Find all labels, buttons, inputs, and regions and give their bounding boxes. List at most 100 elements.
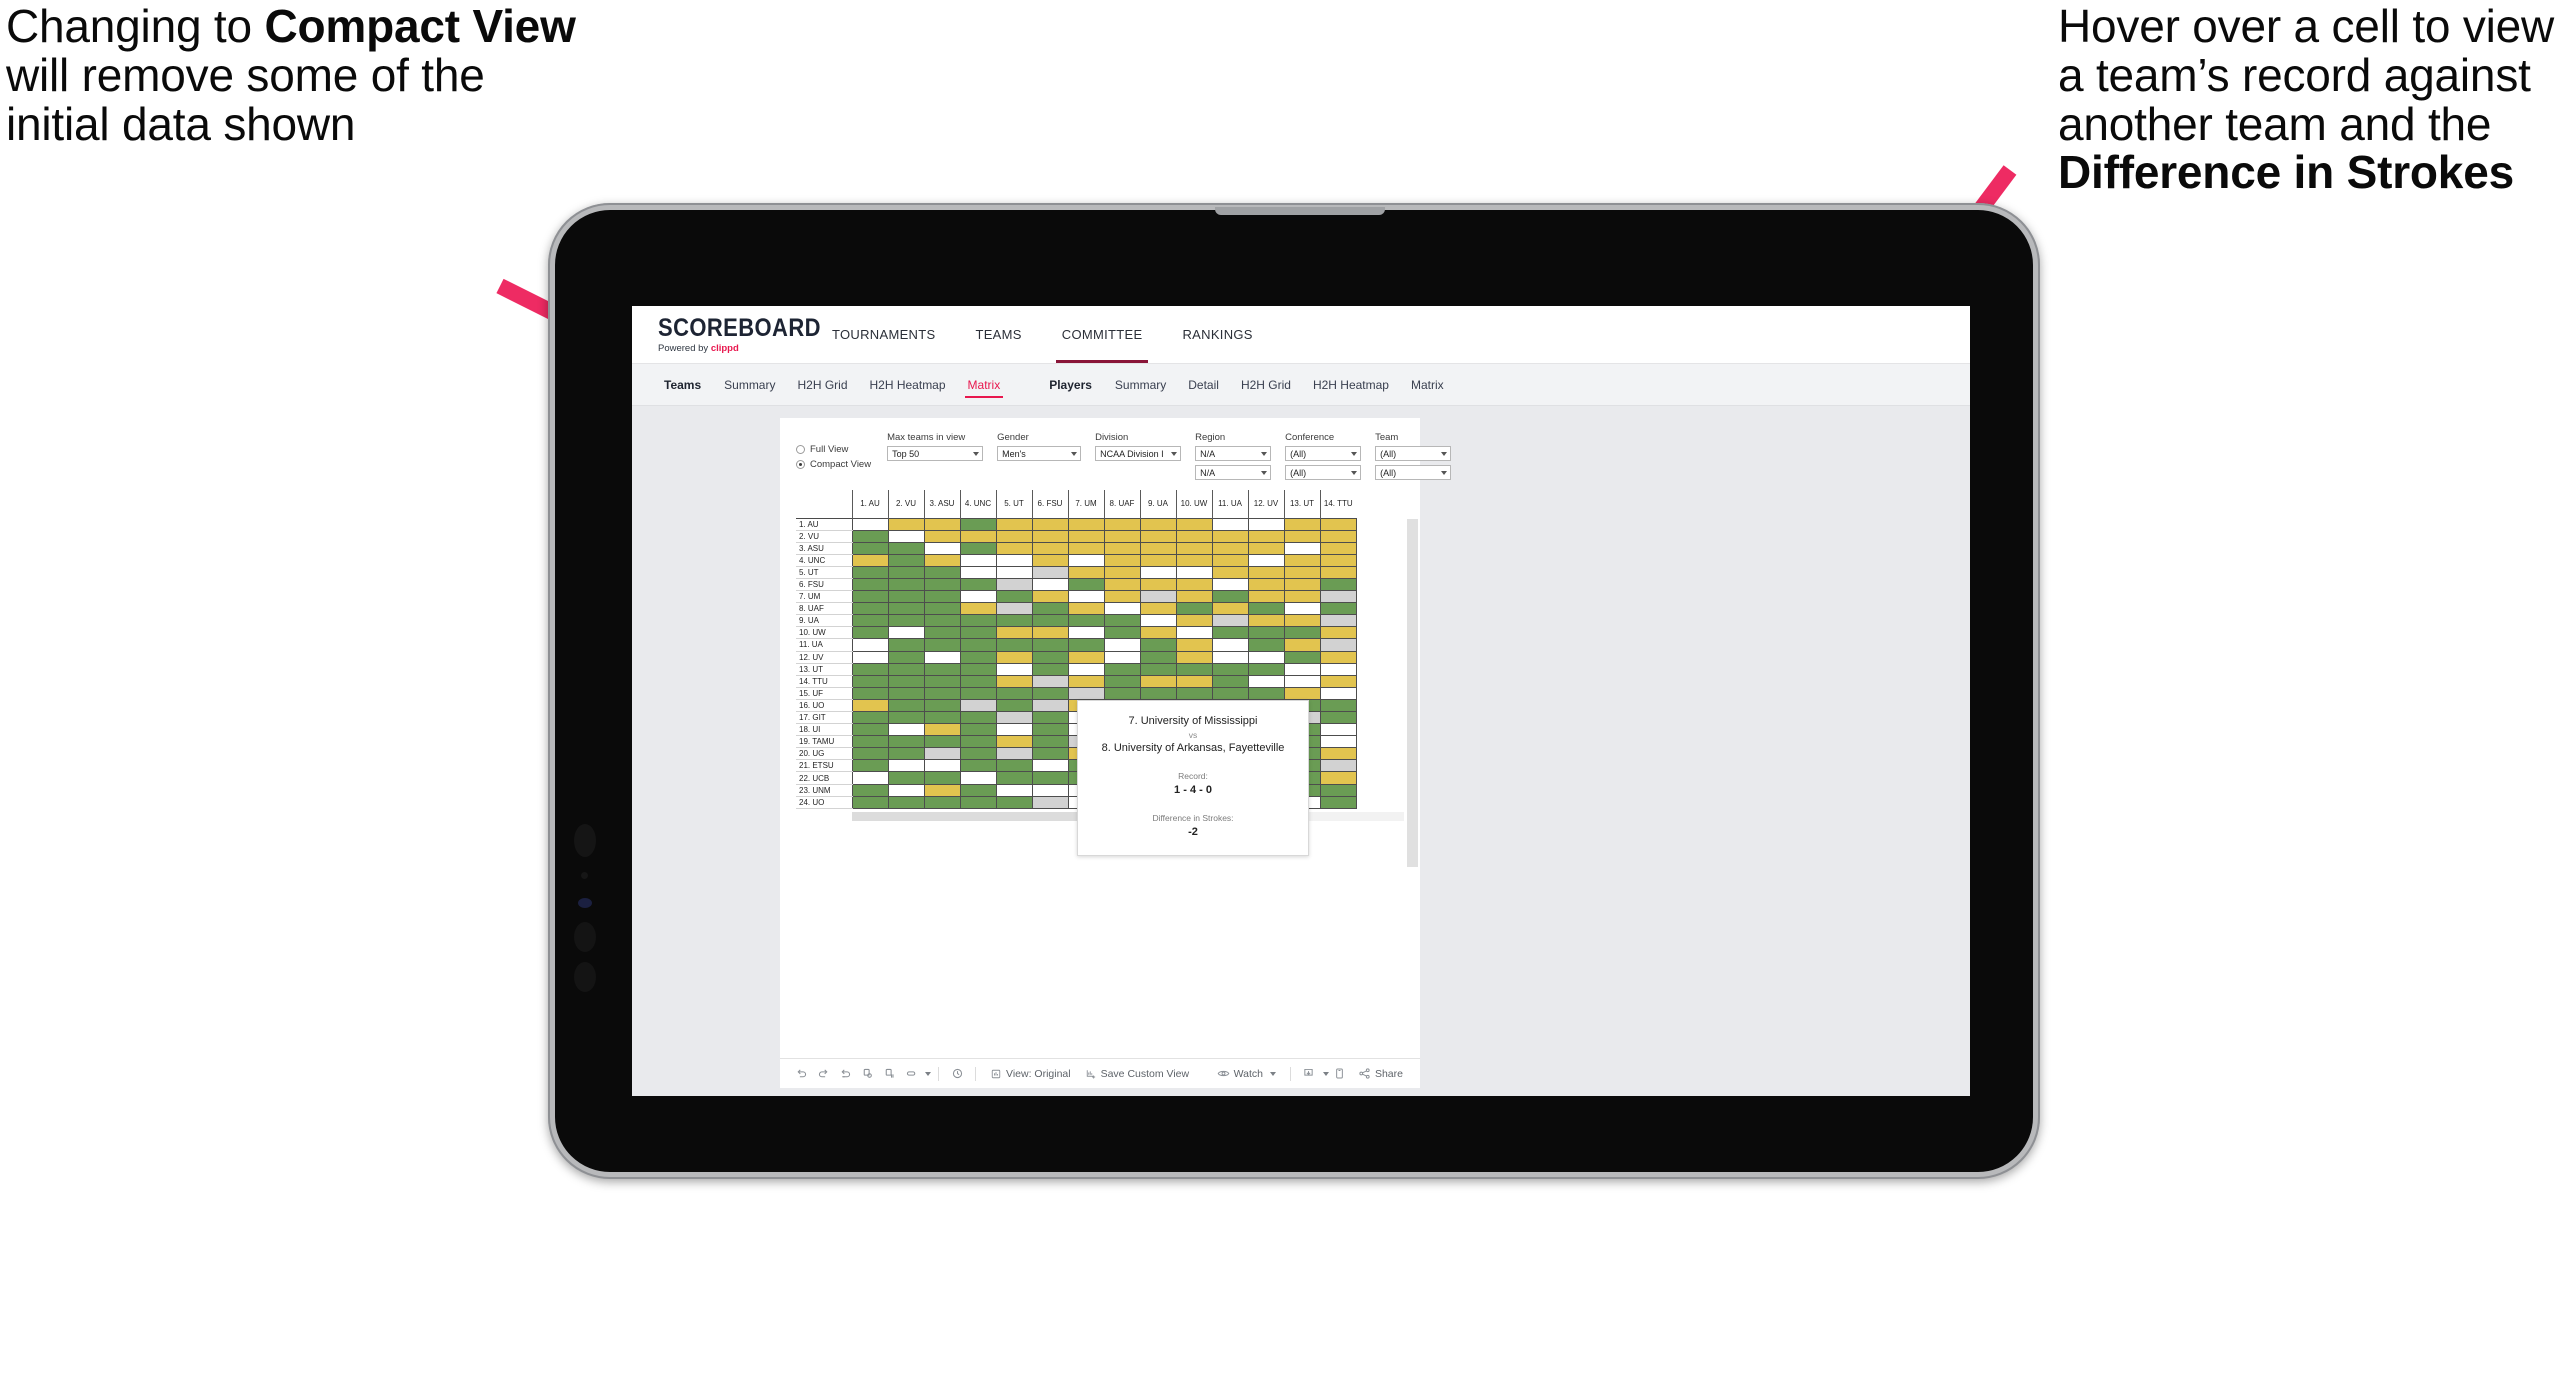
matrix-cell[interactable]	[1283, 590, 1321, 604]
matrix-cell[interactable]	[995, 577, 1033, 592]
matrix-cell[interactable]	[995, 614, 1033, 628]
pause-playback-icon[interactable]	[946, 1063, 968, 1085]
matrix-cell[interactable]	[923, 686, 961, 700]
nav-committee[interactable]: COMMITTEE	[1042, 306, 1163, 363]
matrix-cell[interactable]	[1103, 650, 1141, 664]
device-layout-icon[interactable]	[1329, 1063, 1351, 1085]
matrix-cell[interactable]	[1283, 602, 1321, 616]
matrix-cell[interactable]	[1211, 529, 1249, 543]
matrix-cell[interactable]	[959, 614, 997, 628]
matrix-cell[interactable]	[1283, 553, 1321, 567]
matrix-cell[interactable]	[851, 674, 889, 688]
matrix-cell[interactable]	[1031, 565, 1069, 579]
matrix-cell[interactable]	[1319, 747, 1357, 761]
radio-full-view-icon[interactable]	[796, 445, 805, 454]
matrix-cell[interactable]	[1319, 674, 1357, 688]
matrix-cell[interactable]	[1139, 674, 1177, 688]
matrix-cell[interactable]	[1139, 686, 1177, 700]
matrix-cell[interactable]	[1139, 662, 1177, 676]
matrix-cell[interactable]	[923, 553, 961, 567]
subnav-teams-h2h-heatmap[interactable]: H2H Heatmap	[859, 364, 957, 405]
matrix-cell[interactable]	[1247, 626, 1285, 640]
matrix-cell[interactable]	[851, 795, 889, 809]
matrix-cell[interactable]	[1103, 517, 1141, 531]
pause-icon[interactable]	[878, 1063, 900, 1085]
matrix-cell[interactable]	[887, 650, 925, 664]
matrix-cell[interactable]	[887, 723, 925, 737]
matrix-cell[interactable]	[1247, 614, 1285, 628]
filter-conference-select-2[interactable]: (All)	[1285, 465, 1362, 480]
matrix-cell[interactable]	[1139, 602, 1177, 616]
filter-team-select-1[interactable]: (All)	[1375, 446, 1452, 461]
matrix-cell[interactable]	[995, 626, 1033, 640]
share-button[interactable]: Share	[1351, 1067, 1410, 1080]
matrix-cell[interactable]	[887, 529, 925, 543]
matrix-cell[interactable]	[1319, 650, 1357, 664]
matrix-cell[interactable]	[887, 747, 925, 761]
matrix-cell[interactable]	[995, 541, 1033, 555]
matrix-cell[interactable]	[923, 577, 961, 592]
matrix-cell[interactable]	[923, 626, 961, 640]
matrix-cell[interactable]	[887, 590, 925, 604]
matrix-cell[interactable]	[1175, 662, 1213, 676]
matrix-cell[interactable]	[1067, 602, 1105, 616]
matrix-cell[interactable]	[923, 614, 961, 628]
matrix-cell[interactable]	[1283, 565, 1321, 579]
watch-button[interactable]: Watch	[1210, 1067, 1283, 1080]
matrix-cell[interactable]	[995, 795, 1033, 809]
matrix-cell[interactable]	[1319, 783, 1357, 797]
matrix-cell[interactable]	[1067, 614, 1105, 628]
matrix-cell[interactable]	[995, 602, 1033, 616]
matrix-cell[interactable]	[959, 674, 997, 688]
matrix-cell[interactable]	[1319, 626, 1357, 640]
matrix-cell[interactable]	[1175, 674, 1213, 688]
matrix-cell[interactable]	[1031, 529, 1069, 543]
subnav-players-matrix[interactable]: Matrix	[1400, 364, 1455, 405]
radio-full-view[interactable]: Full View	[796, 444, 871, 455]
matrix-cell[interactable]	[851, 565, 889, 579]
matrix-cell[interactable]	[923, 662, 961, 676]
matrix-cell[interactable]	[995, 710, 1033, 725]
matrix-cell[interactable]	[1319, 771, 1357, 785]
matrix-cell[interactable]	[1031, 723, 1069, 737]
device-button-top[interactable]	[574, 922, 596, 952]
matrix-cell[interactable]	[995, 529, 1033, 543]
matrix-cell[interactable]	[923, 517, 961, 531]
matrix-cell[interactable]	[1067, 662, 1105, 676]
filter-region-select-2[interactable]: N/A	[1195, 465, 1272, 480]
matrix-cell[interactable]	[887, 795, 925, 809]
matrix-cell[interactable]	[995, 590, 1033, 604]
subnav-teams-matrix[interactable]: Matrix	[957, 364, 1012, 405]
subnav-players-summary[interactable]: Summary	[1104, 364, 1177, 405]
matrix-cell[interactable]	[1139, 638, 1177, 652]
matrix-cell[interactable]	[887, 771, 925, 785]
matrix-cell[interactable]	[959, 529, 997, 543]
matrix-cell[interactable]	[1283, 577, 1321, 592]
matrix-cell[interactable]	[959, 662, 997, 676]
matrix-cell[interactable]	[1103, 590, 1141, 604]
matrix-cell[interactable]	[1211, 614, 1249, 628]
matrix-cell[interactable]	[1031, 602, 1069, 616]
matrix-cell[interactable]	[1031, 698, 1069, 713]
matrix-cell[interactable]	[887, 553, 925, 567]
matrix-cell[interactable]	[851, 553, 889, 567]
matrix-cell[interactable]	[1211, 650, 1249, 664]
matrix-cell[interactable]	[1283, 674, 1321, 688]
matrix-cell[interactable]	[1175, 638, 1213, 652]
matrix-cell[interactable]	[1319, 614, 1357, 628]
matrix-cell[interactable]	[851, 614, 889, 628]
matrix-cell[interactable]	[923, 590, 961, 604]
chevron-down-icon[interactable]	[1269, 1071, 1276, 1076]
matrix-cell[interactable]	[923, 723, 961, 737]
redo-icon[interactable]	[812, 1063, 834, 1085]
matrix-cell[interactable]	[1103, 674, 1141, 688]
matrix-cell[interactable]	[887, 783, 925, 797]
matrix-cell[interactable]	[1175, 686, 1213, 700]
matrix-cell[interactable]	[1031, 590, 1069, 604]
matrix-cell[interactable]	[1031, 626, 1069, 640]
matrix-cell[interactable]	[1283, 517, 1321, 531]
matrix-cell[interactable]	[1247, 541, 1285, 555]
chevron-down-icon[interactable]	[925, 1071, 931, 1076]
matrix-cell[interactable]	[1031, 747, 1069, 761]
matrix-cell[interactable]	[1319, 565, 1357, 579]
